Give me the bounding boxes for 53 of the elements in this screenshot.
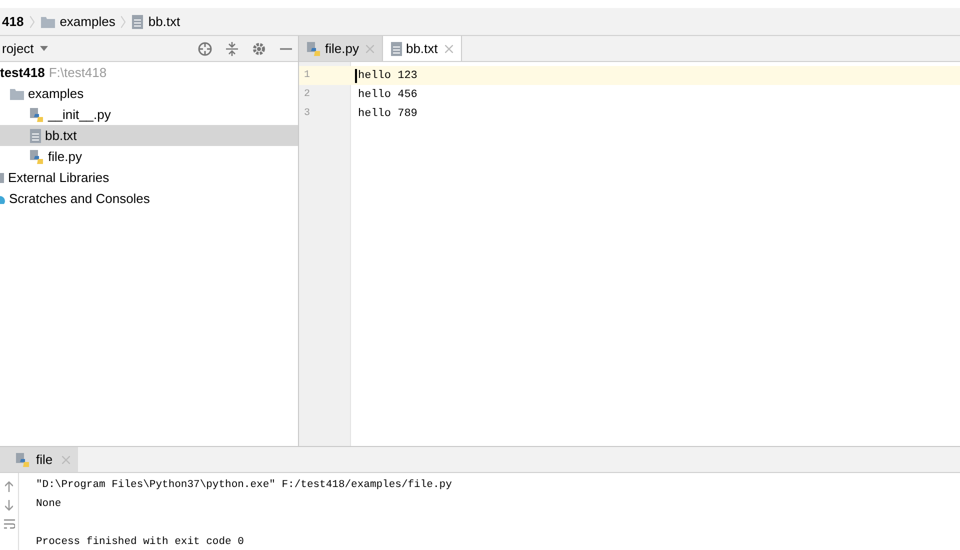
tree-row[interactable]: __init__.py xyxy=(0,104,298,125)
code-line: hello 456 xyxy=(357,88,418,100)
collapse-icon[interactable] xyxy=(226,42,238,56)
text-file-icon xyxy=(30,128,41,142)
tree-item-label: file.py xyxy=(48,149,82,164)
tree-row[interactable]: Scratches and Consoles xyxy=(0,188,298,209)
console-line: "D:\Program Files\Python37\python.exe" F:/test418/examples/file.py xyxy=(36,478,452,490)
tree-item-label: examples xyxy=(28,86,84,101)
soft-wrap-icon[interactable] xyxy=(4,519,14,529)
settings-icon[interactable] xyxy=(252,42,266,56)
python-file-icon xyxy=(30,108,44,122)
folder-icon xyxy=(10,88,24,100)
tree-item-label: bb.txt xyxy=(45,128,77,143)
dropdown-arrow-icon[interactable] xyxy=(40,46,48,51)
text-file-icon xyxy=(390,42,402,56)
text-caret xyxy=(355,68,357,82)
editor-tab[interactable]: file.py xyxy=(299,36,383,61)
locate-icon[interactable] xyxy=(198,42,212,56)
editor-tab[interactable]: bb.txt xyxy=(382,36,462,61)
console-line: Process finished with exit code 0 xyxy=(36,536,244,548)
python-file-icon xyxy=(16,452,30,466)
line-number: 3 xyxy=(303,108,312,119)
down-arrow-icon[interactable] xyxy=(5,500,13,511)
code-line: hello 123 xyxy=(357,70,418,82)
chevron-icon xyxy=(30,16,35,28)
library-icon xyxy=(0,172,4,182)
tree-row[interactable]: file.py xyxy=(0,146,298,167)
tree-row[interactable]: External Libraries xyxy=(0,167,298,188)
tree-row[interactable]: bb.txt xyxy=(0,125,298,146)
text-file-icon xyxy=(132,14,144,28)
tree-item-label: External Libraries xyxy=(8,170,110,185)
tree-row[interactable]: test418 F:\test418 xyxy=(0,62,298,83)
tree-item-label: test418 xyxy=(0,65,45,80)
path-note: F:\test418 xyxy=(48,65,107,80)
line-number: 2 xyxy=(303,89,312,100)
tree-item-label: __init__.py xyxy=(48,107,111,122)
run-tab[interactable]: file xyxy=(0,447,78,472)
python-file-icon xyxy=(30,150,44,164)
console-line: None xyxy=(36,498,62,510)
folder-icon xyxy=(40,16,55,28)
python-file-icon xyxy=(307,42,321,56)
breadcrumb-item[interactable]: bb.txt xyxy=(132,14,180,29)
line-number: 1 xyxy=(303,70,312,81)
breadcrumb-item[interactable]: 418 xyxy=(2,14,24,29)
breadcrumb-item[interactable]: examples xyxy=(40,14,116,29)
chevron-icon xyxy=(121,16,126,28)
tree-item-label: Scratches and Consoles xyxy=(9,191,150,206)
scratch-icon xyxy=(0,194,5,204)
code-line: hello 789 xyxy=(357,108,418,120)
up-arrow-icon[interactable] xyxy=(5,481,13,492)
tree-row[interactable]: examples xyxy=(0,83,298,104)
close-icon[interactable] xyxy=(444,44,453,52)
editor-area[interactable]: 1 hello 123 2 hello 456 3 hello 789 xyxy=(299,62,960,446)
